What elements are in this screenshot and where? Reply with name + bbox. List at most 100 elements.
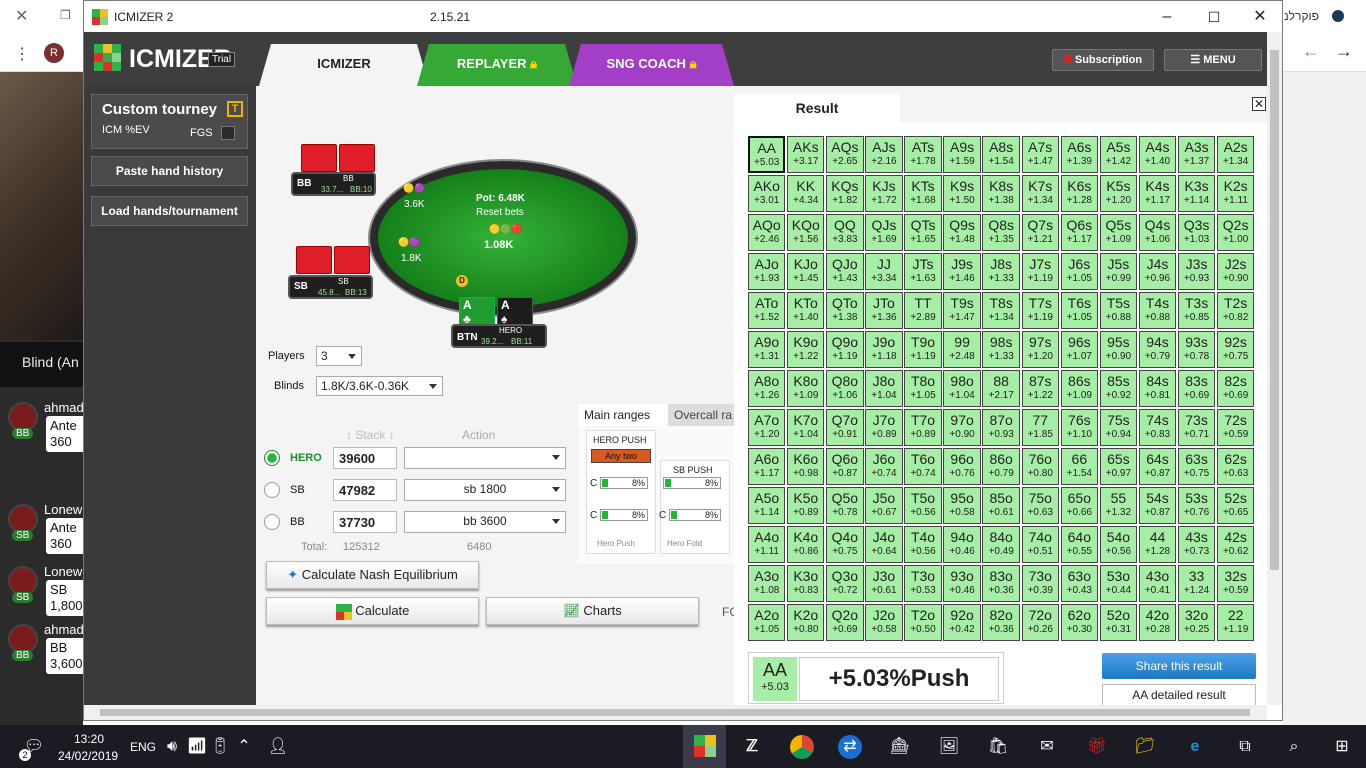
blinds-select[interactable]: 1.8K/3.6K-0.36K: [316, 376, 443, 396]
forward-arrow-icon[interactable]: →: [1335, 41, 1353, 62]
profile-avatar[interactable]: R: [44, 43, 64, 63]
hand-cell[interactable]: AA +5.03: [748, 136, 786, 173]
hand-cell[interactable]: 73o +0.39: [1021, 565, 1059, 602]
hand-cell[interactable]: A6o +1.17: [748, 448, 786, 485]
hand-cell[interactable]: A2s +1.34: [1216, 136, 1255, 173]
hand-cell[interactable]: 33 +1.24: [1177, 565, 1216, 602]
hand-cell[interactable]: J4o +0.64: [865, 526, 903, 563]
fgs-checkbox[interactable]: [221, 126, 235, 140]
hand-cell[interactable]: 94s +0.79: [1138, 331, 1177, 368]
hero-stack-input[interactable]: 39600: [333, 447, 397, 469]
hand-cell[interactable]: 86o +0.79: [982, 448, 1020, 485]
sb-push-slider-2[interactable]: 8%: [669, 509, 721, 521]
bb-stack-input[interactable]: 37730: [333, 511, 397, 533]
hand-cell[interactable]: Q6o +0.87: [826, 448, 864, 485]
language-indicator[interactable]: ENG: [130, 740, 156, 754]
image-viewer-icon[interactable]: 🖼︎: [937, 735, 961, 759]
hand-cell[interactable]: Q9s +1.48: [943, 214, 981, 251]
hand-cell[interactable]: 97s +1.20: [1021, 331, 1059, 368]
hand-cell[interactable]: K8o +1.09: [787, 370, 825, 407]
restore-icon[interactable]: ❐: [60, 8, 71, 22]
folder-icon[interactable]: 📁︎: [1133, 735, 1157, 759]
hand-cell[interactable]: AJs +2.16: [865, 136, 903, 173]
reset-bets-link[interactable]: Reset bets: [476, 207, 524, 218]
hand-cell[interactable]: 76s +1.10: [1060, 409, 1099, 446]
hand-cell[interactable]: T2s +0.82: [1216, 292, 1255, 329]
hand-cell[interactable]: T5s +0.88: [1099, 292, 1138, 329]
hand-cell[interactable]: ATo +1.52: [748, 292, 786, 329]
app-icon[interactable]: ℤ: [740, 735, 764, 759]
hand-cell[interactable]: A5s +1.42: [1099, 136, 1138, 173]
hand-cell[interactable]: A7o +1.20: [748, 409, 786, 446]
hand-cell[interactable]: J8s +1.33: [982, 253, 1020, 290]
hand-cell[interactable]: Q3s +1.03: [1177, 214, 1216, 251]
hand-cell[interactable]: A4s +1.40: [1138, 136, 1177, 173]
windows-start-icon[interactable]: ⊞: [1330, 735, 1354, 759]
hand-cell[interactable]: T7s +1.19: [1021, 292, 1059, 329]
hand-cell[interactable]: QQ +3.83: [826, 214, 864, 251]
poker-client-icon[interactable]: 🎰︎: [888, 735, 912, 759]
tab-sng-coach[interactable]: SNG COACH 🔒︎: [569, 44, 734, 86]
hand-cell[interactable]: A5o +1.14: [748, 487, 786, 524]
teamviewer-icon[interactable]: ⇄: [838, 735, 862, 759]
hand-cell[interactable]: 83s +0.69: [1177, 370, 1216, 407]
hand-cell[interactable]: T5o +0.56: [904, 487, 942, 524]
hand-cell[interactable]: J6o +0.74: [865, 448, 903, 485]
detailed-result-button[interactable]: AA detailed result: [1102, 684, 1256, 706]
hand-cell[interactable]: QJo +1.43: [826, 253, 864, 290]
sb-seat[interactable]: SB SB 45.8... BB:13: [288, 275, 373, 299]
hand-cell[interactable]: K9s +1.50: [943, 175, 981, 212]
hand-cell[interactable]: J9o +1.18: [865, 331, 903, 368]
hero-push-slider-2[interactable]: 8%: [600, 509, 648, 521]
bb-radio[interactable]: [264, 514, 280, 530]
hand-cell[interactable]: 62s +0.63: [1216, 448, 1255, 485]
hand-cell[interactable]: T8o +1.05: [904, 370, 942, 407]
hand-cell[interactable]: 55 +1.32: [1099, 487, 1138, 524]
hand-cell[interactable]: 64s +0.87: [1138, 448, 1177, 485]
hand-cell[interactable]: AJo +1.93: [748, 253, 786, 290]
hand-cell[interactable]: 92s +0.75: [1216, 331, 1255, 368]
hand-cell[interactable]: Q5s +1.09: [1099, 214, 1138, 251]
hand-cell[interactable]: K3o +0.83: [787, 565, 825, 602]
hand-cell[interactable]: 42o +0.28: [1138, 604, 1177, 641]
hand-cell[interactable]: KJs +1.72: [865, 175, 903, 212]
hand-cell[interactable]: A8s +1.54: [982, 136, 1020, 173]
hand-cell[interactable]: 98o +1.04: [943, 370, 981, 407]
hand-cell[interactable]: A9s +1.59: [943, 136, 981, 173]
hand-cell[interactable]: 54s +0.87: [1138, 487, 1177, 524]
hand-cell[interactable]: T4o +0.56: [904, 526, 942, 563]
hand-cell[interactable]: T6o +0.74: [904, 448, 942, 485]
chevron-up-icon[interactable]: ⌃: [232, 735, 256, 759]
hand-cell[interactable]: 98s +1.33: [982, 331, 1020, 368]
hand-cell[interactable]: A7s +1.47: [1021, 136, 1059, 173]
hand-cell[interactable]: 82o +0.36: [982, 604, 1020, 641]
hand-cell[interactable]: K4s +1.17: [1138, 175, 1177, 212]
mail-icon[interactable]: ✉: [1035, 735, 1059, 759]
sb-stack-input[interactable]: 47982: [333, 479, 397, 501]
hand-cell[interactable]: 84o +0.49: [982, 526, 1020, 563]
gift-icon[interactable]: 🎁︎: [1085, 735, 1109, 759]
hand-cell[interactable]: Q7o +0.91: [826, 409, 864, 446]
hand-cell[interactable]: K3s +1.14: [1177, 175, 1216, 212]
icmizer-taskbar-button[interactable]: [683, 725, 726, 768]
hand-cell[interactable]: 75o +0.63: [1021, 487, 1059, 524]
hand-cell[interactable]: QJs +1.69: [865, 214, 903, 251]
hand-cell[interactable]: 53s +0.76: [1177, 487, 1216, 524]
tab-replayer[interactable]: REPLAYER 🔒︎: [417, 44, 577, 86]
hand-cell[interactable]: 32o +0.25: [1177, 604, 1216, 641]
hand-cell[interactable]: A6s +1.39: [1060, 136, 1099, 173]
hand-cell[interactable]: 32s +0.59: [1216, 565, 1255, 602]
hand-cell[interactable]: 95o +0.58: [943, 487, 981, 524]
load-hands-button[interactable]: Load hands/tournament: [91, 196, 248, 226]
hand-cell[interactable]: 95s +0.90: [1099, 331, 1138, 368]
hand-cell[interactable]: 54o +0.56: [1099, 526, 1138, 563]
hand-cell[interactable]: 52s +0.65: [1216, 487, 1255, 524]
hand-cell[interactable]: Q4o +0.75: [826, 526, 864, 563]
hand-cell[interactable]: 22 +1.19: [1216, 604, 1255, 641]
any-two-button[interactable]: Any two: [591, 449, 651, 463]
hand-cell[interactable]: T4s +0.88: [1138, 292, 1177, 329]
hand-cell[interactable]: QTo +1.38: [826, 292, 864, 329]
hand-cell[interactable]: 73s +0.71: [1177, 409, 1216, 446]
hand-cell[interactable]: 53o +0.44: [1099, 565, 1138, 602]
volume-icon[interactable]: 🔊︎: [160, 735, 184, 759]
